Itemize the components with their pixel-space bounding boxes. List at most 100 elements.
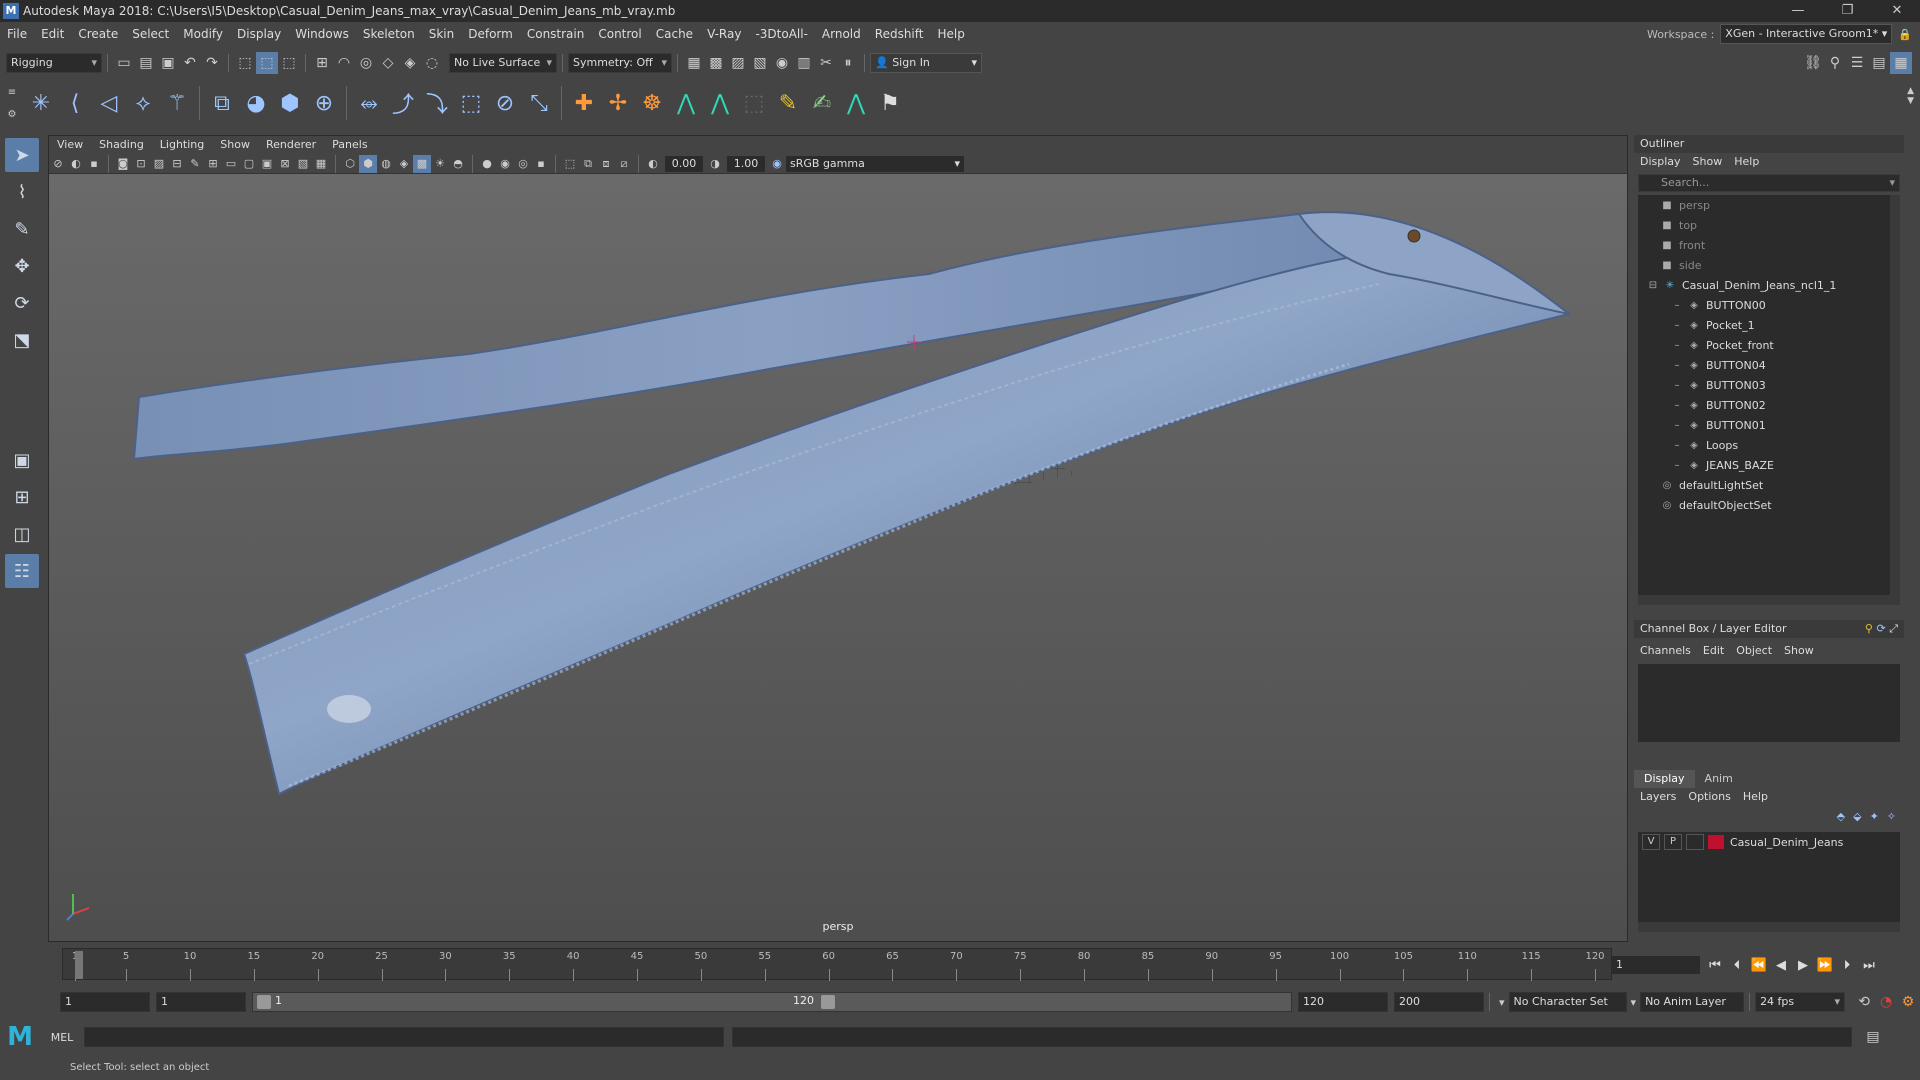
- grease-pencil-icon[interactable]: ✎: [186, 155, 204, 173]
- redshift-render-icon[interactable]: ✂: [815, 52, 837, 74]
- hypershade-icon[interactable]: ◉: [771, 52, 793, 74]
- rotate-tool-icon[interactable]: ⟳: [5, 286, 39, 320]
- anim-layer-icon[interactable]: ▾: [1631, 996, 1637, 1009]
- menu-v-ray[interactable]: V-Ray: [700, 22, 748, 46]
- viewport-menu-renderer[interactable]: Renderer: [258, 136, 324, 154]
- layer-menu-layers[interactable]: Layers: [1634, 788, 1682, 806]
- isolate-select-icon[interactable]: ⬚: [561, 155, 579, 173]
- lasso-tool-icon[interactable]: ⌇: [5, 175, 39, 209]
- go-to-end-icon[interactable]: ⏭: [1858, 954, 1880, 976]
- ambient-occlusion-icon[interactable]: ●: [478, 155, 496, 173]
- step-forward-frame-icon[interactable]: ⏵: [1836, 954, 1858, 976]
- minimize-button[interactable]: —: [1775, 0, 1821, 22]
- viewport-menu-view[interactable]: View: [49, 136, 91, 154]
- range-start-handle[interactable]: [257, 995, 271, 1009]
- menu-constrain[interactable]: Constrain: [520, 22, 592, 46]
- depth-of-field-icon[interactable]: ▪: [532, 155, 550, 173]
- menu-arnold[interactable]: Arnold: [815, 22, 868, 46]
- outliner-item[interactable]: ■ front: [1638, 235, 1900, 255]
- ipr-render-icon[interactable]: ▨: [727, 52, 749, 74]
- playback-end-field[interactable]: 120: [1298, 992, 1388, 1012]
- paint-select-icon[interactable]: ✎: [5, 212, 39, 246]
- resolution-gate-icon[interactable]: ▢: [240, 155, 258, 173]
- parent-constraint-icon[interactable]: ⥈: [352, 86, 386, 120]
- menu-cache[interactable]: Cache: [649, 22, 700, 46]
- film-gate-icon[interactable]: ▪: [85, 155, 103, 173]
- move-layer-up-icon[interactable]: ⬘: [1837, 810, 1845, 823]
- menu-deform[interactable]: Deform: [461, 22, 520, 46]
- step-back-frame-icon[interactable]: ⏴: [1726, 954, 1748, 976]
- anim-layer-dropdown[interactable]: No Anim Layer: [1640, 992, 1745, 1012]
- playback-start-field[interactable]: 1: [156, 992, 246, 1012]
- command-input[interactable]: [84, 1027, 724, 1047]
- outliner-item[interactable]: – ◈ JEANS_BAZE: [1638, 455, 1900, 475]
- channel-box-icon[interactable]: ▦: [1890, 52, 1912, 74]
- gate-mask-icon[interactable]: ▣: [258, 155, 276, 173]
- two-d-pan-icon[interactable]: ⊟: [168, 155, 186, 173]
- outliner-item[interactable]: ◎ defaultLightSet: [1638, 475, 1900, 495]
- pin-icon[interactable]: ⚑: [873, 86, 907, 120]
- ik-handle-icon[interactable]: ⚚: [160, 86, 194, 120]
- select-component-icon[interactable]: ⬚: [278, 52, 300, 74]
- move-layer-down-icon[interactable]: ⬙: [1853, 810, 1861, 823]
- snap-surface-icon[interactable]: ◈: [399, 52, 421, 74]
- two-view-icon[interactable]: ◫: [5, 517, 39, 551]
- outliner-item[interactable]: ⊟ ✳ Casual_Denim_Jeans_ncl1_1: [1638, 275, 1900, 295]
- channel-box-layout-icon[interactable]: ⚲: [1865, 622, 1873, 635]
- scale-tool-icon[interactable]: ⬔: [5, 323, 39, 357]
- anti-aliasing-icon[interactable]: ◎: [514, 155, 532, 173]
- new-empty-layer-icon[interactable]: ✦: [1870, 810, 1879, 823]
- new-scene-icon[interactable]: ▭: [113, 52, 135, 74]
- menu-3dtoall[interactable]: -3DtoAll-: [748, 22, 814, 46]
- layer-menu-options[interactable]: Options: [1682, 788, 1736, 806]
- gamma-field[interactable]: 1.00: [727, 155, 765, 172]
- motion-blur-icon[interactable]: ◉: [496, 155, 514, 173]
- tool-settings-icon[interactable]: ▤: [1868, 52, 1890, 74]
- bookmark-icon[interactable]: ◐: [67, 155, 85, 173]
- layer-playback-toggle[interactable]: P: [1664, 834, 1682, 850]
- insert-joint-icon[interactable]: ⟨: [58, 86, 92, 120]
- scale-constraint-icon[interactable]: ⬚: [454, 86, 488, 120]
- tab-anim[interactable]: Anim: [1695, 770, 1743, 788]
- fps-dropdown[interactable]: 24 fps: [1755, 992, 1846, 1012]
- render-frame-icon[interactable]: ▩: [705, 52, 727, 74]
- channel-box-menu-object[interactable]: Object: [1730, 642, 1778, 660]
- open-scene-icon[interactable]: ▤: [135, 52, 157, 74]
- outliner-item[interactable]: ■ side: [1638, 255, 1900, 275]
- paint-blend-icon[interactable]: ✎: [771, 86, 805, 120]
- viewport-menu-show[interactable]: Show: [212, 136, 258, 154]
- tab-display[interactable]: Display: [1634, 770, 1695, 788]
- layer-name[interactable]: Casual_Denim_Jeans: [1730, 836, 1843, 849]
- xray-components-icon[interactable]: ⧄: [615, 155, 633, 173]
- pause-render-icon[interactable]: ⏸: [837, 52, 859, 74]
- camera-select-icon[interactable]: ◙: [114, 155, 132, 173]
- create-joints-icon[interactable]: ✳: [24, 86, 58, 120]
- menu-display[interactable]: Display: [230, 22, 288, 46]
- sign-in-button[interactable]: 👤 Sign In: [870, 53, 982, 73]
- menu-set-dropdown[interactable]: Rigging: [6, 53, 102, 73]
- textured-icon[interactable]: ▩: [413, 154, 431, 173]
- shelf-options-icon[interactable]: ⚙: [8, 109, 17, 120]
- render-settings-icon[interactable]: ▧: [749, 52, 771, 74]
- lattice-icon[interactable]: ⊕: [307, 86, 341, 120]
- single-view-icon[interactable]: ▣: [5, 443, 39, 477]
- channel-box-menu-show[interactable]: Show: [1778, 642, 1820, 660]
- start-time-field[interactable]: 1: [60, 992, 150, 1012]
- channel-box-menu-channels[interactable]: Channels: [1634, 642, 1697, 660]
- menu-select[interactable]: Select: [125, 22, 176, 46]
- outliner-item[interactable]: ■ persp: [1638, 195, 1900, 215]
- attribute-editor-icon[interactable]: ☰: [1846, 52, 1868, 74]
- play-forward-icon[interactable]: ▶: [1792, 954, 1814, 976]
- new-layer-selected-icon[interactable]: ✧: [1887, 810, 1896, 823]
- smooth-shade-icon[interactable]: ⬢: [359, 154, 377, 173]
- safe-action-icon[interactable]: ▧: [294, 155, 312, 173]
- script-editor-icon[interactable]: ▤: [1862, 1026, 1884, 1048]
- layer-menu-help[interactable]: Help: [1737, 788, 1774, 806]
- exposure-field[interactable]: 0.00: [665, 155, 703, 172]
- menu-modify[interactable]: Modify: [176, 22, 230, 46]
- command-language-label[interactable]: MEL: [40, 1031, 84, 1044]
- end-time-field[interactable]: 200: [1394, 992, 1484, 1012]
- lock-icon[interactable]: 🔒: [1898, 28, 1912, 41]
- outliner-item[interactable]: ◎ defaultObjectSet: [1638, 495, 1900, 515]
- shelf-scroll-up-icon[interactable]: ▲: [1907, 86, 1914, 96]
